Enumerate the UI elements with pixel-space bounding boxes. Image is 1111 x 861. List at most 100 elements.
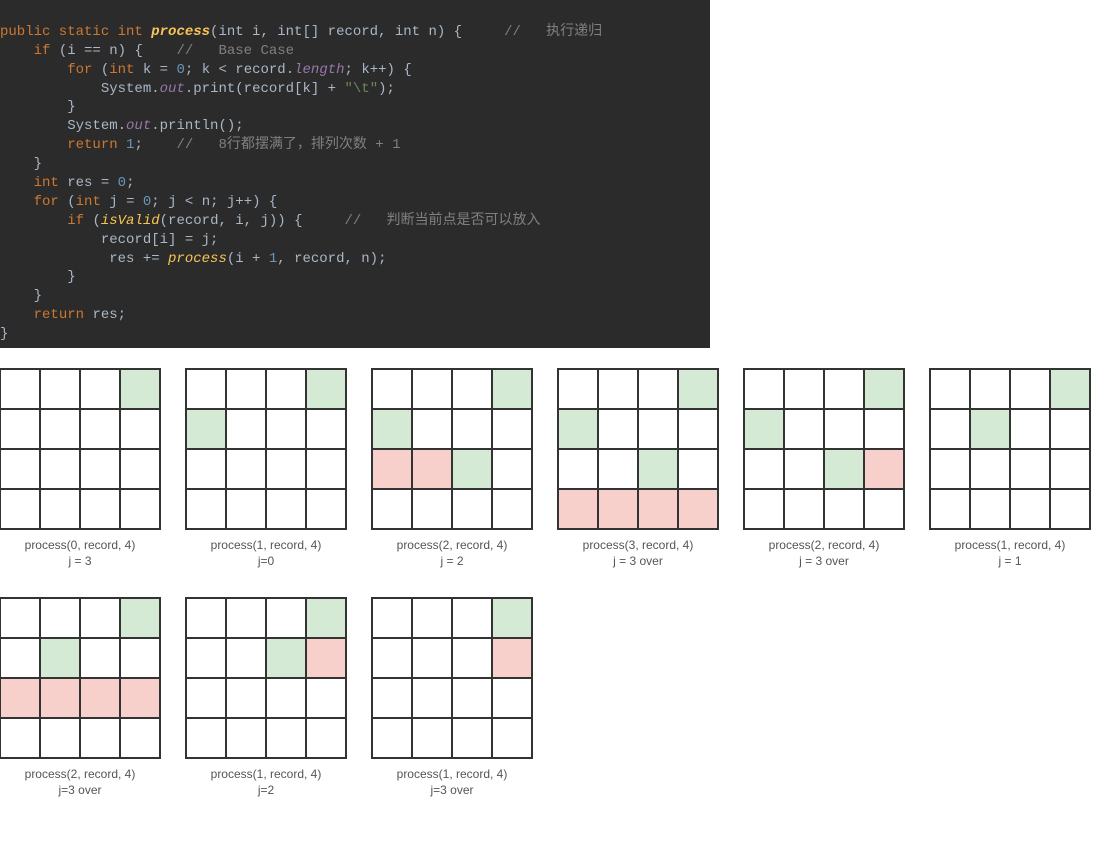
- grid-item: process(1, record, 4)j=2: [186, 597, 346, 798]
- grid-cell: [864, 449, 904, 489]
- grid-cell: [0, 678, 40, 718]
- code-brace: }: [0, 326, 8, 342]
- grid-cell: [824, 449, 864, 489]
- grid-board: [371, 368, 533, 530]
- grid-caption-line2: j = 3 over: [583, 554, 694, 570]
- grid-cell: [638, 369, 678, 409]
- grid-cell: [492, 409, 532, 449]
- grid-caption-line1: process(2, record, 4): [397, 538, 508, 554]
- grid-caption-line2: j = 3 over: [769, 554, 880, 570]
- grid-board: [185, 597, 347, 759]
- grid-cell: [266, 598, 306, 638]
- grid-cell: [452, 598, 492, 638]
- code-keyword: if: [34, 43, 51, 59]
- grid-cell: [120, 369, 160, 409]
- grid-cell: [266, 409, 306, 449]
- grid-cell: [784, 489, 824, 529]
- grid-cell: [120, 449, 160, 489]
- grid-cell: [678, 489, 718, 529]
- grid-cell: [120, 409, 160, 449]
- code-keyword: if: [67, 213, 84, 229]
- grid-caption: process(1, record, 4)j=3 over: [397, 767, 508, 798]
- grid-cell: [678, 369, 718, 409]
- code-keyword: return: [67, 137, 117, 153]
- grid-cell: [40, 369, 80, 409]
- grid-cell: [452, 678, 492, 718]
- grid-cell: [784, 449, 824, 489]
- grid-cell: [452, 369, 492, 409]
- code-block: public static int process(int i, int[] r…: [0, 0, 710, 348]
- grid-cell: [824, 489, 864, 529]
- code-keyword: public static int: [0, 24, 143, 40]
- grid-cell: [266, 678, 306, 718]
- grid-cell: [412, 409, 452, 449]
- grid-cell: [930, 489, 970, 529]
- code-text: System.out.println();: [67, 118, 243, 134]
- grid-cell: [1050, 369, 1090, 409]
- grid-cell: [306, 638, 346, 678]
- grid-cell: [120, 638, 160, 678]
- grid-cell: [558, 409, 598, 449]
- code-text: System.out.print(record[k] + "\t");: [101, 81, 395, 97]
- code-comment: // 判断当前点是否可以放入: [345, 213, 541, 229]
- grid-item: process(1, record, 4)j=0: [186, 368, 346, 569]
- grid-cell: [744, 409, 784, 449]
- grid-cell: [412, 638, 452, 678]
- grid-caption-line2: j = 2: [397, 554, 508, 570]
- grid-cell: [598, 449, 638, 489]
- grid-cell: [226, 449, 266, 489]
- grid-cell: [492, 638, 532, 678]
- grid-cell: [372, 449, 412, 489]
- grid-cell: [970, 369, 1010, 409]
- grid-cell: [0, 449, 40, 489]
- grid-cell: [226, 638, 266, 678]
- grid-cell: [120, 598, 160, 638]
- grid-board: [929, 368, 1091, 530]
- code-text: res +=: [109, 251, 168, 267]
- grid-cell: [1050, 489, 1090, 529]
- grid-cell: [372, 409, 412, 449]
- grid-cell: [80, 718, 120, 758]
- grid-cell: [80, 409, 120, 449]
- code-text: (i == n) {: [59, 43, 143, 59]
- grid-item: process(2, record, 4)j = 2: [372, 368, 532, 569]
- grid-caption: process(1, record, 4)j=0: [211, 538, 322, 569]
- code-method-call: isValid: [101, 213, 160, 229]
- grid-cell: [226, 678, 266, 718]
- grid-item: process(2, record, 4)j=3 over: [0, 597, 160, 798]
- code-keyword: for: [34, 194, 59, 210]
- grid-cell: [372, 489, 412, 529]
- grid-cell: [558, 489, 598, 529]
- grid-caption-line1: process(3, record, 4): [583, 538, 694, 554]
- code-params: (int i, int[] record, int n) {: [210, 24, 462, 40]
- grid-cell: [492, 678, 532, 718]
- grid-caption-line2: j=3 over: [397, 783, 508, 799]
- grid-cell: [744, 449, 784, 489]
- grid-cell: [372, 369, 412, 409]
- grid-cell: [372, 678, 412, 718]
- grid-cell: [306, 369, 346, 409]
- grid-caption-line1: process(1, record, 4): [211, 538, 322, 554]
- code-text: (int k = 0; k < record.length; k++) {: [101, 62, 412, 78]
- code-text: record[i] = j;: [101, 232, 219, 248]
- grid-cell: [40, 678, 80, 718]
- grid-cell: [120, 489, 160, 529]
- grid-cell: [306, 409, 346, 449]
- grid-cell: [824, 369, 864, 409]
- code-text: res = 0;: [67, 175, 134, 191]
- grid-cell: [558, 369, 598, 409]
- grid-cell: [186, 369, 226, 409]
- code-keyword: int: [34, 175, 59, 191]
- grid-cell: [226, 369, 266, 409]
- grid-cell: [226, 409, 266, 449]
- grid-cell: [372, 718, 412, 758]
- grid-cell: [492, 718, 532, 758]
- grid-cell: [412, 449, 452, 489]
- grid-cell: [0, 638, 40, 678]
- grid-caption-line1: process(1, record, 4): [397, 767, 508, 783]
- grid-cell: [1010, 489, 1050, 529]
- grid-board: [557, 368, 719, 530]
- grid-item: process(0, record, 4)j = 3: [0, 368, 160, 569]
- grid-cell: [784, 369, 824, 409]
- code-text: (int j = 0; j < n; j++) {: [67, 194, 277, 210]
